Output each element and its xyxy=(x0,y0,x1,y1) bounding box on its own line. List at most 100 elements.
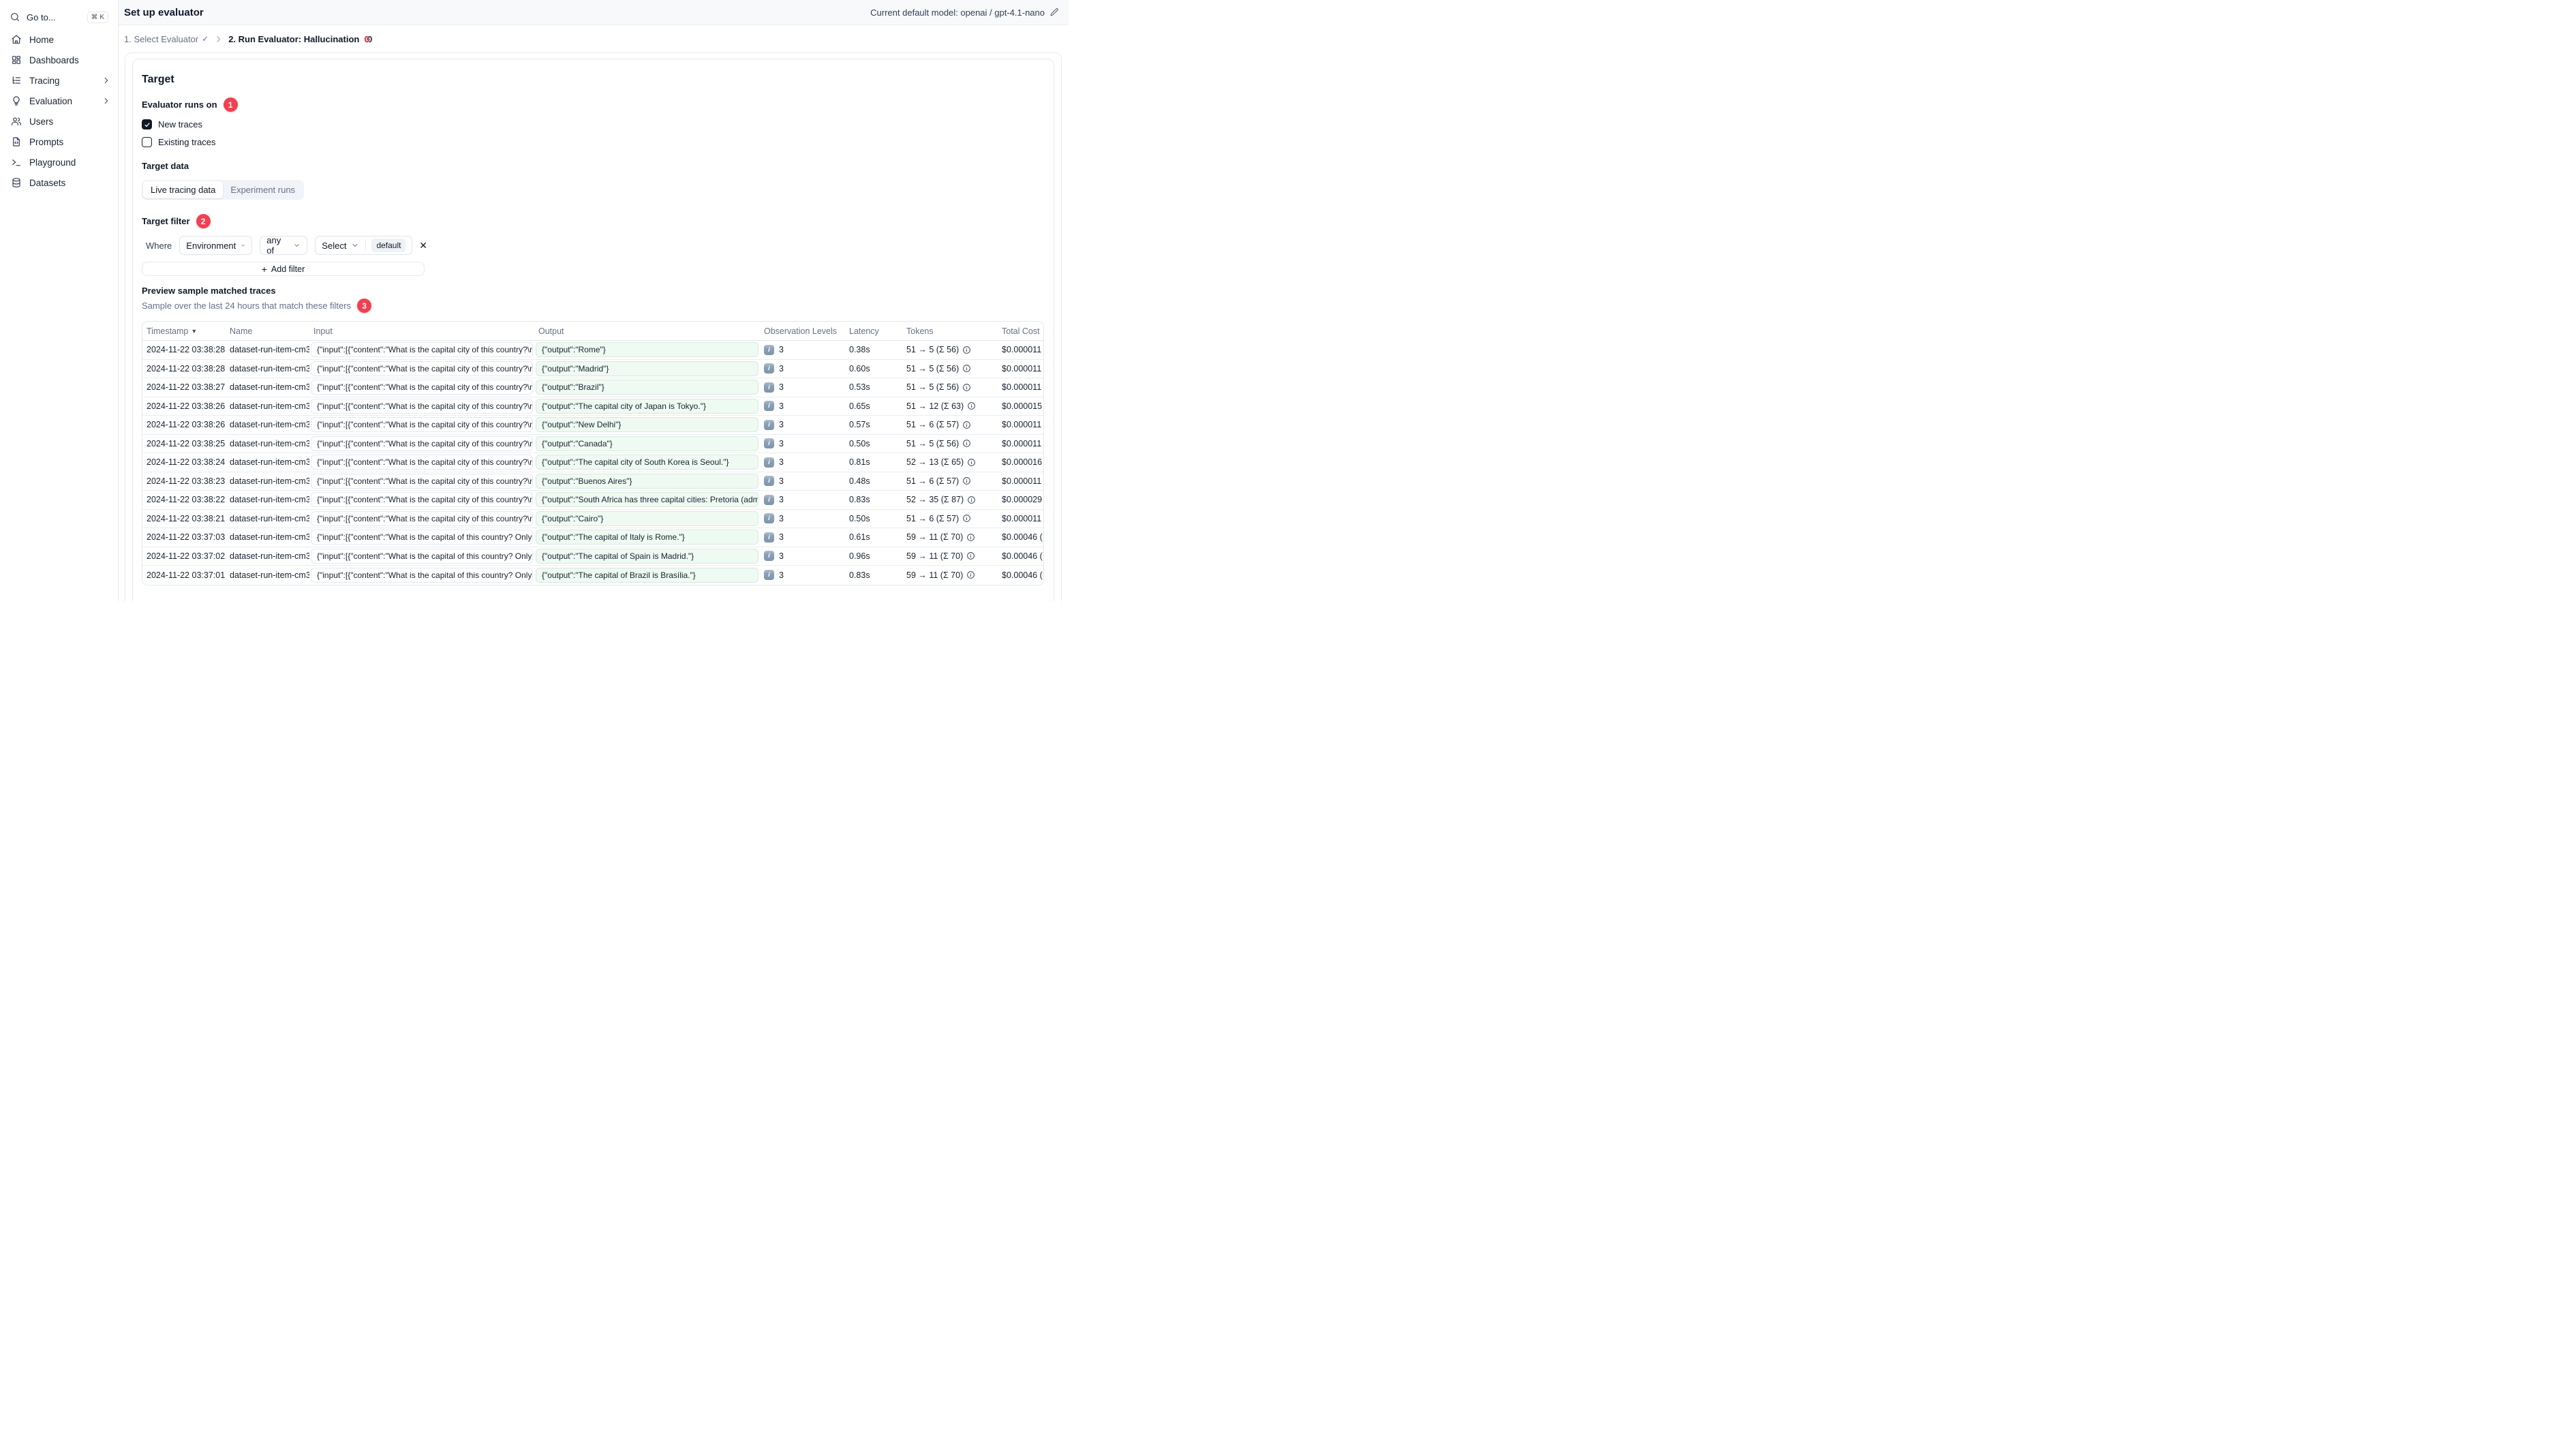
cell-output[interactable]: {"output":"The capital city of South Kor… xyxy=(536,455,758,470)
breadcrumb-step-1[interactable]: 1. Select Evaluator ✓ xyxy=(124,34,209,44)
tab-live-tracing-data[interactable]: Live tracing data xyxy=(143,181,224,198)
observation-level-icon: i xyxy=(764,419,774,430)
cell-input[interactable]: {"input":[{"content":"What is the capita… xyxy=(311,530,533,545)
cell-input[interactable]: {"input":[{"content":"What is the capita… xyxy=(311,417,533,433)
info-icon[interactable] xyxy=(962,364,971,373)
table-row[interactable]: 2024-11-22 03:38:25 dataset-run-item-cm3… xyxy=(142,435,1043,453)
cell-input[interactable]: {"input":[{"content":"What is the capita… xyxy=(311,380,533,395)
cell-input[interactable]: {"input":[{"content":"What is the capita… xyxy=(311,473,533,489)
cell-output[interactable]: {"output":"The capital of Italy is Rome.… xyxy=(536,530,758,545)
info-icon[interactable] xyxy=(962,421,971,429)
table-row[interactable]: 2024-11-22 03:38:26 dataset-run-item-cm3… xyxy=(142,416,1043,435)
info-icon[interactable] xyxy=(967,495,976,504)
cell-input[interactable]: {"input":[{"content":"What is the capita… xyxy=(311,455,533,470)
table-row[interactable]: 2024-11-22 03:38:28 dataset-run-item-cm3… xyxy=(142,341,1043,360)
col-header-tokens[interactable]: Tokens xyxy=(902,326,998,336)
breadcrumb-step-2[interactable]: 2. Run Evaluator: Hallucination xyxy=(228,34,373,44)
cell-input[interactable]: {"input":[{"content":"What is the capita… xyxy=(311,548,533,564)
cell-input[interactable]: {"input":[{"content":"What is the capita… xyxy=(311,361,533,376)
cell-output[interactable]: {"output":"The capital of Brazil is Bras… xyxy=(536,567,758,583)
table-row[interactable]: 2024-11-22 03:38:24 dataset-run-item-cm3… xyxy=(142,453,1043,472)
sidebar-item-prompts[interactable]: Prompts xyxy=(0,132,118,152)
cell-cost: $0.000016 xyxy=(1002,457,1043,468)
table-row[interactable]: 2024-11-22 03:37:01 dataset-run-item-cm3… xyxy=(142,566,1043,585)
cell-input[interactable]: {"input":[{"content":"What is the capita… xyxy=(311,342,533,358)
info-icon[interactable] xyxy=(962,383,971,392)
add-filter-button[interactable]: + Add filter xyxy=(142,262,425,276)
col-header-timestamp[interactable]: Timestamp ▼ xyxy=(142,326,226,336)
cell-input[interactable]: {"input":[{"content":"What is the capita… xyxy=(311,567,533,583)
cell-output[interactable]: {"output":"Cairo"} xyxy=(536,510,758,526)
filter-value-select[interactable]: Select default xyxy=(315,236,413,255)
table-header-row: Timestamp ▼ Name Input Output Observatio… xyxy=(142,322,1043,341)
table-row[interactable]: 2024-11-22 03:37:02 dataset-run-item-cm3… xyxy=(142,547,1043,566)
cell-output[interactable]: {"output":"Canada"} xyxy=(536,436,758,451)
info-icon[interactable] xyxy=(962,439,971,448)
checkbox-existing-traces[interactable]: Existing traces xyxy=(142,137,1044,147)
sidebar-item-datasets[interactable]: Datasets xyxy=(0,172,118,193)
checkbox-unchecked-icon[interactable] xyxy=(142,137,152,147)
filter-operator-select[interactable]: any of xyxy=(260,235,308,256)
info-icon[interactable] xyxy=(966,551,975,560)
cell-output[interactable]: {"output":"Buenos Aires"} xyxy=(536,473,758,489)
info-icon[interactable] xyxy=(962,514,971,523)
sidebar-item-dashboards[interactable]: Dashboards xyxy=(0,50,118,70)
cell-input[interactable]: {"input":[{"content":"What is the capita… xyxy=(311,436,533,451)
checkbox-checked-icon[interactable] xyxy=(142,119,152,129)
cell-output[interactable]: {"output":"New Delhi"} xyxy=(536,417,758,433)
table-row[interactable]: 2024-11-22 03:38:21 dataset-run-item-cm3… xyxy=(142,510,1043,528)
table-row[interactable]: 2024-11-22 03:38:22 dataset-run-item-cm3… xyxy=(142,491,1043,510)
observation-level-icon: i xyxy=(764,457,774,468)
info-icon[interactable] xyxy=(966,533,975,542)
cell-output[interactable]: {"output":"The capital of Spain is Madri… xyxy=(536,548,758,564)
edit-pencil-icon[interactable] xyxy=(1049,7,1059,17)
checkbox-new-traces[interactable]: New traces xyxy=(142,119,1044,129)
col-header-output[interactable]: Output xyxy=(534,326,760,336)
col-header-latency[interactable]: Latency xyxy=(845,326,902,336)
table-row[interactable]: 2024-11-22 03:38:26 dataset-run-item-cm3… xyxy=(142,397,1043,416)
col-header-observation-levels[interactable]: Observation Levels xyxy=(760,326,845,336)
table-row[interactable]: 2024-11-22 03:38:28 dataset-run-item-cm3… xyxy=(142,360,1043,378)
cell-timestamp: 2024-11-22 03:37:01 xyxy=(147,570,226,580)
filter-column-select[interactable]: Environment xyxy=(179,236,253,255)
col-header-name[interactable]: Name xyxy=(226,326,309,336)
table-row[interactable]: 2024-11-22 03:38:23 dataset-run-item-cm3… xyxy=(142,472,1043,491)
info-icon[interactable] xyxy=(962,476,971,485)
cell-output[interactable]: {"output":"Rome"} xyxy=(536,342,758,358)
cell-output[interactable]: {"output":"South Africa has three capita… xyxy=(536,492,758,508)
cell-name: dataset-run-item-cm3s4 xyxy=(230,513,309,523)
chevron-right-icon xyxy=(104,97,108,104)
sidebar-item-tracing[interactable]: Tracing xyxy=(0,70,118,91)
cell-name: dataset-run-item-cm3s4 xyxy=(230,420,309,430)
cell-output[interactable]: {"output":"The capital city of Japan is … xyxy=(536,398,758,414)
info-icon[interactable] xyxy=(962,346,971,354)
cell-output[interactable]: {"output":"Madrid"} xyxy=(536,361,758,376)
sidebar-item-evaluation[interactable]: Evaluation xyxy=(0,91,118,111)
tab-experiment-runs[interactable]: Experiment runs xyxy=(223,181,303,198)
sidebar-item-playground[interactable]: Playground xyxy=(0,152,118,172)
info-icon[interactable] xyxy=(966,570,975,579)
remove-filter-icon[interactable]: ✕ xyxy=(419,241,427,250)
sidebar: Go to... ⌘ K Home Dashboards Tracing Eva… xyxy=(0,0,119,601)
observation-count: 3 xyxy=(779,495,784,505)
lightbulb-icon xyxy=(13,96,20,106)
sidebar-item-label: Playground xyxy=(29,157,76,168)
table-row[interactable]: 2024-11-22 03:38:27 dataset-run-item-cm3… xyxy=(142,378,1043,397)
info-icon[interactable] xyxy=(967,458,976,467)
info-icon[interactable] xyxy=(967,401,976,410)
table-row[interactable]: 2024-11-22 03:37:03 dataset-run-item-cm3… xyxy=(142,528,1043,547)
cell-input[interactable]: {"input":[{"content":"What is the capita… xyxy=(311,398,533,414)
cell-input[interactable]: {"input":[{"content":"What is the capita… xyxy=(311,492,533,508)
sidebar-item-home[interactable]: Home xyxy=(0,29,118,50)
observation-count: 3 xyxy=(779,420,784,430)
cell-latency: 0.61s xyxy=(849,532,870,543)
cell-input[interactable]: {"input":[{"content":"What is the capita… xyxy=(311,510,533,526)
goto-search[interactable]: Go to... ⌘ K xyxy=(5,9,112,25)
col-header-total-cost[interactable]: Total Cost xyxy=(998,326,1043,336)
sidebar-item-users[interactable]: Users xyxy=(0,111,118,132)
cell-output[interactable]: {"output":"Brazil"} xyxy=(536,380,758,395)
observation-count: 3 xyxy=(779,457,784,468)
col-header-input[interactable]: Input xyxy=(309,326,534,336)
check-icon: ✓ xyxy=(202,34,209,44)
cell-latency: 0.83s xyxy=(849,495,870,505)
